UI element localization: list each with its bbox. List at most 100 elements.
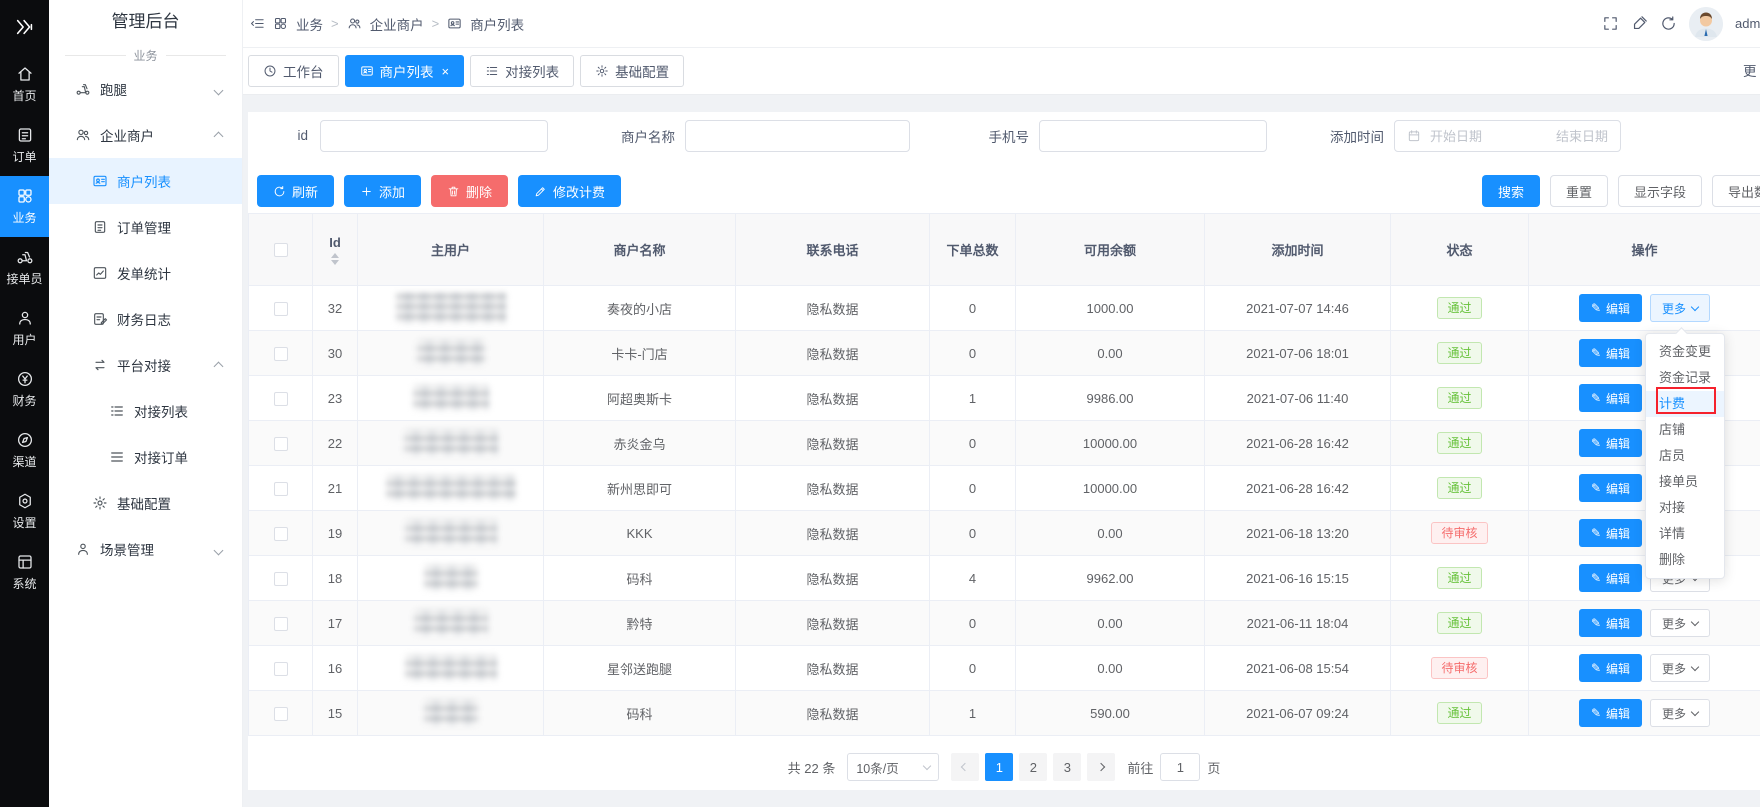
cell-id: 19 [313, 511, 358, 556]
edit-button[interactable]: ✎编辑 [1579, 429, 1642, 457]
more-button[interactable]: 更多 [1650, 654, 1710, 682]
goto-page-input[interactable] [1160, 753, 1200, 781]
select-all-checkbox[interactable] [274, 243, 288, 257]
rail-item-home[interactable]: 首页 [0, 54, 49, 115]
avatar[interactable] [1689, 7, 1723, 41]
menu-item-platform-connect[interactable]: 平台对接 [49, 342, 242, 388]
merchant-table: Id 主用户 商户名称 联系电话 下单总数 可用余额 添加时间 状态 操作 [248, 213, 1760, 736]
edit-button[interactable]: ✎编辑 [1579, 519, 1642, 547]
row-checkbox[interactable] [274, 617, 288, 631]
refresh-button[interactable]: 刷新 [257, 175, 334, 207]
collapse-menu-icon[interactable] [250, 16, 265, 31]
tab-workbench[interactable]: 工作台 [248, 55, 339, 87]
masked-main-user [404, 430, 498, 456]
menu-item-paotui[interactable]: 跑腿 [49, 66, 242, 112]
edit-button[interactable]: ✎编辑 [1579, 699, 1642, 727]
phone-input[interactable] [1039, 120, 1267, 152]
menu-item-connect-orders[interactable]: 对接订单 [49, 434, 242, 480]
show-fields-button[interactable]: 显示字段 [1618, 175, 1702, 207]
menu-item-order-management[interactable]: 订单管理 [49, 204, 242, 250]
rail-item-orders[interactable]: 订单 [0, 115, 49, 176]
row-checkbox[interactable] [274, 527, 288, 541]
breadcrumb-item[interactable]: 企业商户 [370, 14, 424, 34]
prev-page-button[interactable] [951, 753, 979, 781]
page-button-2[interactable]: 2 [1019, 753, 1047, 781]
app-logo[interactable] [0, 0, 49, 54]
menu-item-connect-list[interactable]: 对接列表 [49, 388, 242, 434]
rail-item-users[interactable]: 用户 [0, 298, 49, 359]
next-page-button[interactable] [1087, 753, 1115, 781]
rail-item-system[interactable]: 系统 [0, 542, 49, 603]
close-icon[interactable]: × [442, 64, 450, 79]
dropdown-item-courier[interactable]: 接单员 [1646, 469, 1724, 495]
breadcrumb-item[interactable]: 业务 [296, 14, 323, 34]
tab-overflow-button[interactable]: 更多 [1743, 48, 1760, 95]
menu-item-merchant-list[interactable]: 商户列表 [49, 158, 242, 204]
menu-item-dispatch-stats[interactable]: 发单统计 [49, 250, 242, 296]
page-size-select[interactable]: 10条/页 [847, 753, 939, 781]
tab-connect-list[interactable]: 对接列表 [470, 55, 574, 87]
export-data-button[interactable]: 导出数据 [1712, 175, 1760, 207]
fullscreen-icon[interactable] [1602, 15, 1619, 32]
sort-carets[interactable] [331, 253, 339, 265]
rail-item-business[interactable]: 业务 [0, 176, 49, 237]
menu-item-enterprise-merchant[interactable]: 企业商户 [49, 112, 242, 158]
dropdown-item-delete[interactable]: 删除 [1646, 547, 1724, 573]
menu-item-basic-config[interactable]: 基础配置 [49, 480, 242, 526]
add-button[interactable]: 添加 [344, 175, 421, 207]
row-checkbox[interactable] [274, 482, 288, 496]
more-button[interactable]: 更多 [1650, 699, 1710, 727]
date-range-picker[interactable]: 开始日期 结束日期 [1394, 120, 1621, 152]
cell-merchant: 黔特 [544, 601, 736, 646]
id-input[interactable] [320, 120, 548, 152]
rail-item-courier[interactable]: 接单员 [0, 237, 49, 298]
menu-item-label: 发单统计 [117, 263, 171, 283]
dropdown-item-connect[interactable]: 对接 [1646, 495, 1724, 521]
column-id[interactable]: Id [329, 235, 341, 250]
menu-item-scene-management[interactable]: 场景管理 [49, 526, 242, 572]
edit-button[interactable]: ✎编辑 [1579, 654, 1642, 682]
breadcrumb: 业务 > 企业商户 > 商户列表 [250, 14, 524, 34]
dropdown-item-funds-change[interactable]: 资金变更 [1646, 339, 1724, 365]
row-checkbox[interactable] [274, 347, 288, 361]
edit-button[interactable]: ✎编辑 [1579, 474, 1642, 502]
row-checkbox[interactable] [274, 662, 288, 676]
page-button-3[interactable]: 3 [1053, 753, 1081, 781]
row-checkbox[interactable] [274, 707, 288, 721]
reset-button[interactable]: 重置 [1550, 175, 1608, 207]
dropdown-item-shop[interactable]: 店铺 [1646, 417, 1724, 443]
dropdown-item-clerk[interactable]: 店员 [1646, 443, 1724, 469]
merchant-name-input[interactable] [685, 120, 910, 152]
row-checkbox[interactable] [274, 437, 288, 451]
rail-item-channel[interactable]: 渠道 [0, 420, 49, 481]
page-button-1[interactable]: 1 [985, 753, 1013, 781]
edit-button[interactable]: ✎编辑 [1579, 294, 1642, 322]
more-button[interactable]: 更多 [1650, 294, 1710, 322]
dropdown-item-billing[interactable]: 计费 [1646, 391, 1724, 417]
delete-button[interactable]: 删除 [431, 175, 508, 207]
more-button[interactable]: 更多 [1650, 609, 1710, 637]
modify-billing-button[interactable]: 修改计费 [518, 175, 621, 207]
search-button[interactable]: 搜索 [1482, 175, 1540, 207]
rail-item-settings[interactable]: 设置 [0, 481, 49, 542]
menu-item-finance-log[interactable]: 财务日志 [49, 296, 242, 342]
theme-icon[interactable] [1631, 15, 1648, 32]
tab-basic-config[interactable]: 基础配置 [580, 55, 684, 87]
refresh-icon[interactable] [1660, 15, 1677, 32]
order-icon [16, 126, 34, 144]
edit-button[interactable]: ✎编辑 [1579, 609, 1642, 637]
rail-item-finance[interactable]: 财务 [0, 359, 49, 420]
dropdown-item-detail[interactable]: 详情 [1646, 521, 1724, 547]
username[interactable]: adm [1735, 16, 1760, 31]
edit-button[interactable]: ✎编辑 [1579, 339, 1642, 367]
tab-merchant-list[interactable]: 商户列表 × [345, 55, 465, 87]
status-badge: 通过 [1437, 342, 1481, 364]
edit-button[interactable]: ✎编辑 [1579, 564, 1642, 592]
dropdown-item-funds-record[interactable]: 资金记录 [1646, 365, 1724, 391]
row-checkbox[interactable] [274, 572, 288, 586]
edit-button[interactable]: ✎编辑 [1579, 384, 1642, 412]
row-checkbox[interactable] [274, 302, 288, 316]
row-checkbox[interactable] [274, 392, 288, 406]
tab-label: 商户列表 [380, 61, 434, 81]
cell-orders: 0 [930, 286, 1016, 331]
